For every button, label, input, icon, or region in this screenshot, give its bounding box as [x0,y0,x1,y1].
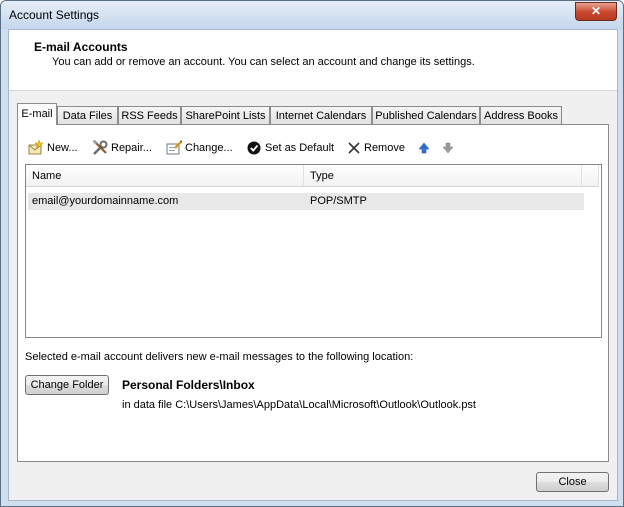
tab-data-files[interactable]: Data Files [57,106,118,124]
close-button[interactable]: Close [536,472,609,492]
new-button[interactable]: New... [28,139,88,157]
new-account-icon [28,140,44,155]
remove-button[interactable]: Remove [347,139,409,157]
column-header-name[interactable]: Name [26,165,304,187]
delivery-folder: Personal Folders\Inbox [122,378,255,392]
change-settings-icon [166,140,182,155]
tab-rss-feeds[interactable]: RSS Feeds [118,106,181,124]
move-down-button[interactable] [442,139,456,157]
table-row[interactable]: email@yourdomainname.com POP/SMTP [28,193,584,210]
tab-email[interactable]: E-mail [17,103,57,125]
remove-button-label: Remove [364,142,405,154]
change-folder-button[interactable]: Change Folder [25,375,109,395]
arrow-up-icon [418,142,430,154]
dialog-client: E-mail Accounts You can add or remove an… [8,29,618,501]
header-description: You can add or remove an account. You ca… [52,56,475,68]
header-title: E-mail Accounts [34,40,128,54]
change-button-label: Change... [185,142,233,154]
set-as-default-button[interactable]: Set as Default [247,139,337,157]
remove-x-icon [348,142,360,154]
checkmark-circle-icon [247,141,261,155]
account-type: POP/SMTP [310,195,367,207]
arrow-down-icon [442,142,454,154]
change-button[interactable]: Change... [166,139,238,157]
repair-button-label: Repair... [111,142,152,154]
accounts-list[interactable]: Name Type email@yourdomainname.com POP/S… [25,164,602,338]
account-name: email@yourdomainname.com [32,195,179,207]
tab-internet-calendars[interactable]: Internet Calendars [270,106,372,124]
dialog-header: E-mail Accounts You can add or remove an… [9,30,617,91]
move-up-button[interactable] [418,139,432,157]
title-bar: Account Settings ✕ [1,1,623,29]
tab-published-calendars[interactable]: Published Calendars [372,106,480,124]
account-settings-window: Account Settings ✕ E-mail Accounts You c… [0,0,624,507]
window-title: Account Settings [9,8,100,22]
column-header-type[interactable]: Type [304,165,582,187]
tab-sharepoint-lists[interactable]: SharePoint Lists [181,106,270,124]
data-file-path: in data file C:\Users\James\AppData\Loca… [122,399,476,411]
tab-address-books[interactable]: Address Books [480,106,562,124]
repair-button[interactable]: Repair... [92,139,162,157]
column-header-filler [582,165,599,187]
repair-tools-icon [92,140,108,155]
delivery-info-text: Selected e-mail account delivers new e-m… [25,351,414,363]
set-as-default-label: Set as Default [265,142,335,154]
email-tab-panel: New... Repair... Change... Set as Defaul… [17,124,609,462]
window-close-button[interactable]: ✕ [575,2,617,21]
new-button-label: New... [47,142,78,154]
